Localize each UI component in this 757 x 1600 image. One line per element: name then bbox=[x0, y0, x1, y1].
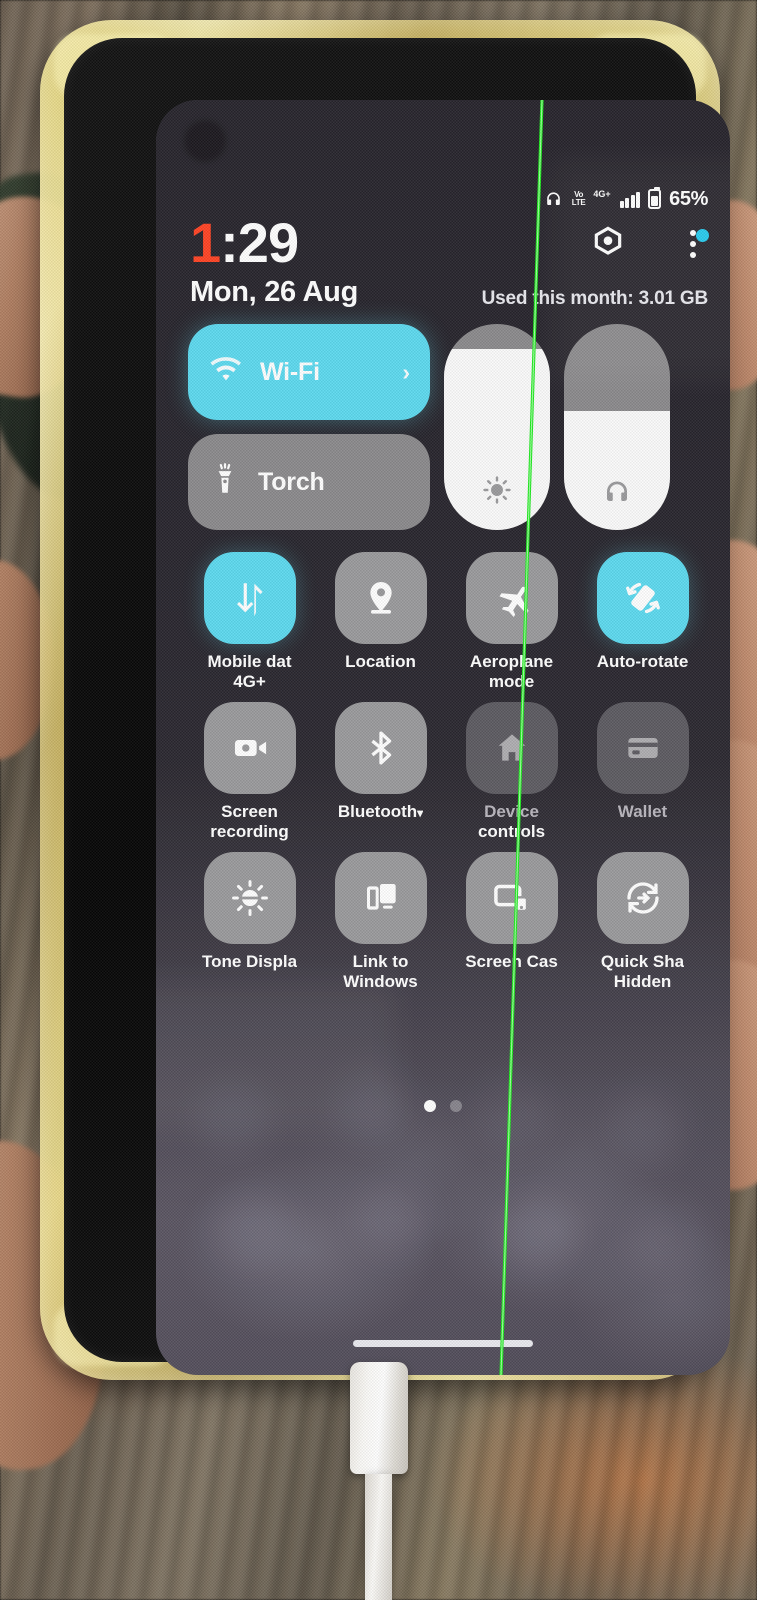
tile-label: Link to bbox=[352, 952, 409, 971]
status-bar: Vo LTE 4G+ 65% bbox=[156, 186, 708, 212]
tile-label: Quick Sha bbox=[600, 952, 685, 971]
charging-cable bbox=[349, 1362, 408, 1600]
brightness-icon bbox=[480, 473, 514, 512]
tile-sublabel: recording bbox=[210, 822, 289, 841]
location-pin-icon bbox=[334, 552, 427, 644]
tile-link-to-windows[interactable]: Link to Windows bbox=[315, 852, 446, 992]
volume-slider[interactable] bbox=[564, 324, 670, 530]
auto-rotate-icon bbox=[596, 552, 689, 644]
wallet-card-icon bbox=[596, 702, 689, 794]
link-to-windows-icon bbox=[334, 852, 427, 944]
usb-plug bbox=[349, 1362, 408, 1474]
page-dot-active[interactable] bbox=[424, 1100, 436, 1112]
screen-cast-icon bbox=[465, 852, 558, 944]
tile-label: Screen Cas bbox=[465, 952, 558, 971]
tile-sublabel: Windows bbox=[343, 972, 418, 991]
clock-block: 1:29 Mon, 26 Aug bbox=[190, 215, 358, 309]
bluetooth-icon bbox=[334, 702, 427, 794]
volte-icon: Vo LTE bbox=[571, 190, 586, 207]
tile-wallet[interactable]: Wallet bbox=[577, 702, 708, 842]
airplane-icon bbox=[465, 552, 558, 644]
tile-quick-share[interactable]: Quick Sha Hidden bbox=[577, 852, 708, 992]
clock-date[interactable]: Mon, 26 Aug bbox=[190, 276, 358, 309]
tile-location[interactable]: Location bbox=[315, 552, 446, 692]
phone-body: Vo LTE 4G+ 65% 1:29 Mon, 26 Aug Used thi… bbox=[64, 38, 730, 1375]
tile-label: Location bbox=[345, 652, 416, 671]
tile-label: Aeroplane bbox=[469, 652, 554, 671]
home-icon bbox=[465, 702, 558, 794]
headphones-icon bbox=[543, 190, 564, 209]
battery-icon bbox=[648, 187, 662, 209]
tile-label: Device bbox=[484, 802, 539, 821]
tile-label: Wallet bbox=[617, 802, 668, 821]
tile-wifi[interactable]: Wi-Fi › bbox=[188, 324, 430, 420]
tile-sublabel: mode bbox=[488, 672, 535, 691]
chevron-down-icon[interactable]: ▾ bbox=[417, 806, 423, 820]
tile-sublabel: 4G+ bbox=[233, 672, 266, 691]
tile-screen-cast[interactable]: Screen Cas bbox=[446, 852, 577, 992]
quick-settings-grid: Mobile dat 4G+ Location Aeroplane mode A… bbox=[184, 552, 708, 992]
tone-display-icon bbox=[203, 852, 296, 944]
usb-cord bbox=[365, 1474, 392, 1600]
tile-screen-recording[interactable]: Screen recording bbox=[184, 702, 315, 842]
tile-bluetooth[interactable]: Bluetooth▾ bbox=[315, 702, 446, 842]
home-gesture-bar[interactable] bbox=[353, 1340, 533, 1347]
signal-bars-icon bbox=[619, 191, 641, 208]
tile-wifi-label: Wi-Fi bbox=[260, 357, 320, 386]
tile-label: Tone Displa bbox=[201, 952, 298, 971]
quick-settings-panel: Vo LTE 4G+ 65% 1:29 Mon, 26 Aug Used thi… bbox=[156, 100, 730, 1375]
chevron-right-icon[interactable]: › bbox=[402, 359, 410, 386]
tile-mobile-data[interactable]: Mobile dat 4G+ bbox=[184, 552, 315, 692]
tile-aeroplane-mode[interactable]: Aeroplane mode bbox=[446, 552, 577, 692]
photo-scene: Vo LTE 4G+ 65% 1:29 Mon, 26 Aug Used thi… bbox=[0, 0, 757, 1600]
volume-fill bbox=[564, 410, 670, 530]
clock-time[interactable]: 1:29 bbox=[190, 215, 358, 271]
tile-device-controls[interactable]: Device controls bbox=[446, 702, 577, 842]
quick-share-icon bbox=[596, 852, 689, 944]
tile-sublabel: controls bbox=[477, 822, 546, 841]
tile-label: Auto-rotate bbox=[596, 652, 689, 671]
hex-gear-icon[interactable] bbox=[588, 224, 628, 264]
flashlight-icon bbox=[208, 462, 242, 503]
headphones-icon bbox=[601, 477, 633, 512]
clock-hour: 1 bbox=[190, 211, 221, 274]
battery-percent: 65% bbox=[669, 187, 708, 210]
tile-torch[interactable]: Torch bbox=[188, 434, 430, 530]
tile-torch-label: Torch bbox=[258, 467, 325, 496]
tile-sublabel: Hidden bbox=[613, 972, 672, 991]
page-indicator bbox=[156, 1100, 730, 1112]
page-dot[interactable] bbox=[450, 1100, 462, 1112]
tile-label: Bluetooth▾ bbox=[337, 802, 424, 821]
data-usage-label: Used this month: 3.01 GB bbox=[481, 288, 709, 309]
tile-auto-rotate[interactable]: Auto-rotate bbox=[577, 552, 708, 692]
kebab-menu-icon[interactable] bbox=[682, 224, 709, 264]
header-controls bbox=[588, 224, 709, 264]
screen-record-icon bbox=[203, 702, 296, 794]
top-tiles-row: Wi-Fi › Torch bbox=[188, 324, 706, 530]
notification-badge bbox=[696, 229, 709, 242]
tile-tone-display[interactable]: Tone Displa bbox=[184, 852, 315, 992]
mobile-data-icon bbox=[203, 552, 296, 644]
tile-label: Screen bbox=[221, 802, 278, 821]
phone-display: Vo LTE 4G+ 65% 1:29 Mon, 26 Aug Used thi… bbox=[156, 100, 730, 1375]
network-type-label: 4G+ bbox=[593, 189, 611, 199]
wifi-icon bbox=[208, 356, 244, 389]
brightness-slider[interactable] bbox=[444, 324, 550, 530]
tile-label: Mobile dat bbox=[207, 652, 292, 671]
clock-minutes: :29 bbox=[220, 211, 299, 274]
